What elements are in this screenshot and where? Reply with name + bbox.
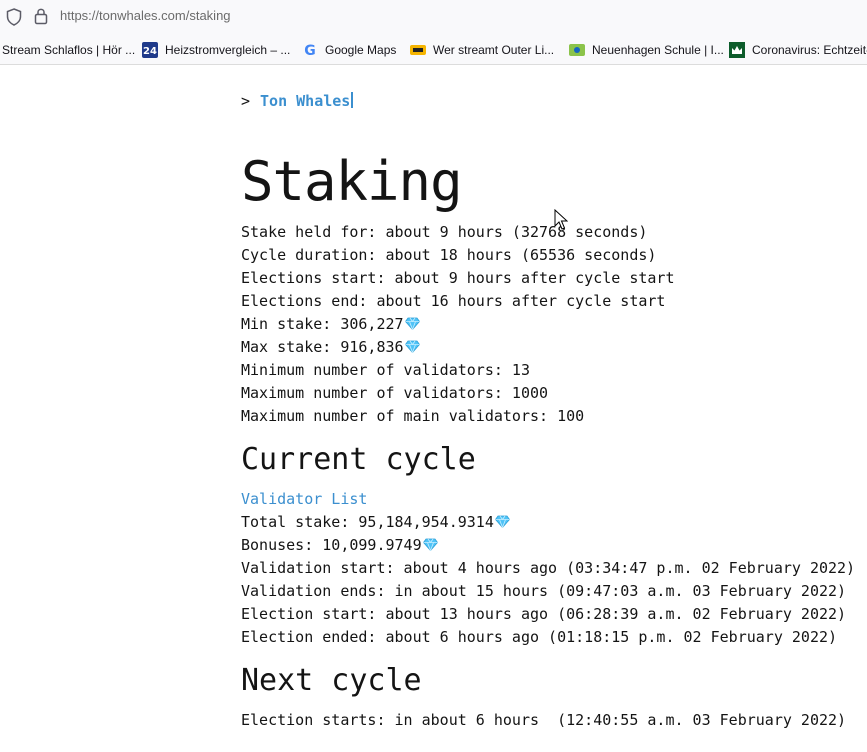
validation-ends: Validation ends: in about 15 hours (09:4…	[241, 582, 847, 600]
param-min-validators: Minimum number of validators: 13	[241, 361, 530, 379]
next-cycle-heading: Next cycle	[241, 663, 422, 698]
brand-link[interactable]: Ton Whales	[260, 92, 350, 110]
prompt-symbol: >	[241, 92, 251, 110]
param-max-stake-row: Max stake: 916,836	[241, 338, 420, 356]
bonuses-row: Bonuses: 10,099.9749	[241, 536, 438, 554]
bonuses: Bonuses: 10,099.9749	[241, 536, 422, 554]
bookmark-heizstromvergleich[interactable]: 24 Heizstromvergleich – ...	[142, 41, 290, 59]
bookmark-coronavirus[interactable]: Coronavirus: Echtzeit-...	[729, 41, 867, 59]
url-input[interactable]: https://tonwhales.com/staking	[60, 8, 231, 23]
election-ended: Election ended: about 6 hours ago (01:18…	[241, 628, 838, 646]
justwatch-favicon-icon	[410, 42, 426, 58]
schule-favicon-icon	[569, 42, 585, 58]
site-header: > Ton Whales	[241, 92, 354, 110]
address-bar: https://tonwhales.com/staking	[0, 0, 867, 34]
param-max-main-validators: Maximum number of main validators: 100	[241, 407, 585, 425]
bookmark-label: Stream Schlaflos | Hör ...	[2, 43, 136, 57]
heizstrom-favicon-icon: 24	[142, 42, 158, 58]
bookmark-label: Neuenhagen Schule | I...	[592, 43, 724, 57]
lock-icon[interactable]	[34, 7, 48, 29]
bookmark-stream-schlaflos[interactable]: Stream Schlaflos | Hör ...	[2, 41, 135, 59]
bookmark-label: Google Maps	[325, 43, 397, 57]
param-min-stake: Min stake: 306,227	[241, 315, 404, 333]
param-elections-start: Elections start: about 9 hours after cyc…	[241, 269, 675, 287]
bookmark-label: Coronavirus: Echtzeit-...	[752, 43, 867, 57]
gem-icon	[404, 317, 420, 330]
election-start: Election start: about 13 hours ago (06:2…	[241, 605, 847, 623]
crown-favicon-icon	[729, 42, 745, 58]
next-election-starts: Election starts: in about 6 hours (12:40…	[241, 711, 847, 729]
gem-icon	[494, 515, 510, 528]
param-elections-end: Elections end: about 16 hours after cycl…	[241, 292, 666, 310]
param-max-validators: Maximum number of validators: 1000	[241, 384, 549, 402]
param-stake-held: Stake held for: about 9 hours (32768 sec…	[241, 223, 648, 241]
mouse-cursor-icon	[554, 208, 569, 235]
bookmarks-toolbar: Stream Schlaflos | Hör ... 24 Heizstromv…	[0, 34, 867, 65]
bookmark-label: Heizstromvergleich – ...	[165, 43, 291, 57]
current-cycle-heading: Current cycle	[241, 442, 476, 477]
bookmark-google-maps[interactable]: G Google Maps	[302, 41, 396, 59]
gem-icon	[422, 538, 438, 551]
validator-list-link[interactable]: Validator List	[241, 490, 367, 508]
validation-start: Validation start: about 4 hours ago (03:…	[241, 559, 856, 577]
google-icon: G	[302, 42, 318, 59]
text-cursor	[351, 92, 354, 108]
bookmark-label: Wer streamt Outer Li...	[433, 43, 555, 57]
tracking-protection-shield-icon[interactable]	[6, 8, 22, 30]
svg-text:24: 24	[143, 46, 157, 57]
total-stake-row: Total stake: 95,184,954.9314	[241, 513, 510, 531]
gem-icon	[404, 340, 420, 353]
param-min-stake-row: Min stake: 306,227	[241, 315, 420, 333]
param-max-stake: Max stake: 916,836	[241, 338, 404, 356]
total-stake: Total stake: 95,184,954.9314	[241, 513, 494, 531]
param-cycle-duration: Cycle duration: about 18 hours (65536 se…	[241, 246, 657, 264]
svg-text:G: G	[304, 43, 316, 58]
page-title: Staking	[241, 150, 463, 213]
bookmark-wer-streamt[interactable]: Wer streamt Outer Li...	[410, 41, 554, 59]
bookmark-neuenhagen-schule[interactable]: Neuenhagen Schule | I...	[569, 41, 724, 59]
